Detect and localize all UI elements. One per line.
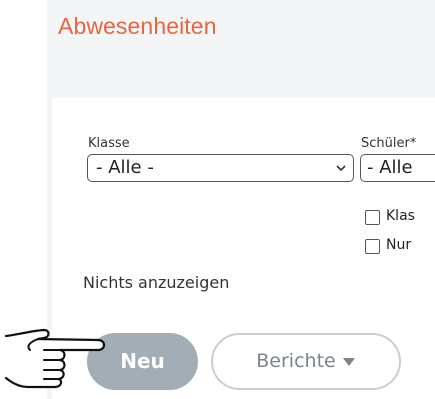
checkbox-nur[interactable] <box>365 239 380 254</box>
schueler-select-value: - Alle <box>367 157 413 178</box>
page-title: Abwesenheiten <box>58 13 217 39</box>
checkbox-nur-label: Nur <box>386 237 412 253</box>
caret-down-icon <box>342 357 355 366</box>
reports-button[interactable]: Berichte <box>211 333 401 390</box>
checkbox-klas[interactable] <box>365 210 380 225</box>
schueler-label: Schüler* <box>361 136 417 151</box>
checkbox-klas-label: Klas <box>386 208 415 224</box>
schueler-select[interactable]: - Alle <box>360 154 435 182</box>
klasse-label: Klasse <box>88 136 130 151</box>
klasse-select-value: - Alle - <box>96 157 154 178</box>
klasse-select[interactable]: - Alle - <box>87 154 354 182</box>
reports-button-label: Berichte <box>256 350 336 372</box>
chevron-down-icon <box>336 165 346 172</box>
pointing-hand-icon <box>4 328 106 389</box>
empty-message: Nichts anzuzeigen <box>83 273 230 292</box>
